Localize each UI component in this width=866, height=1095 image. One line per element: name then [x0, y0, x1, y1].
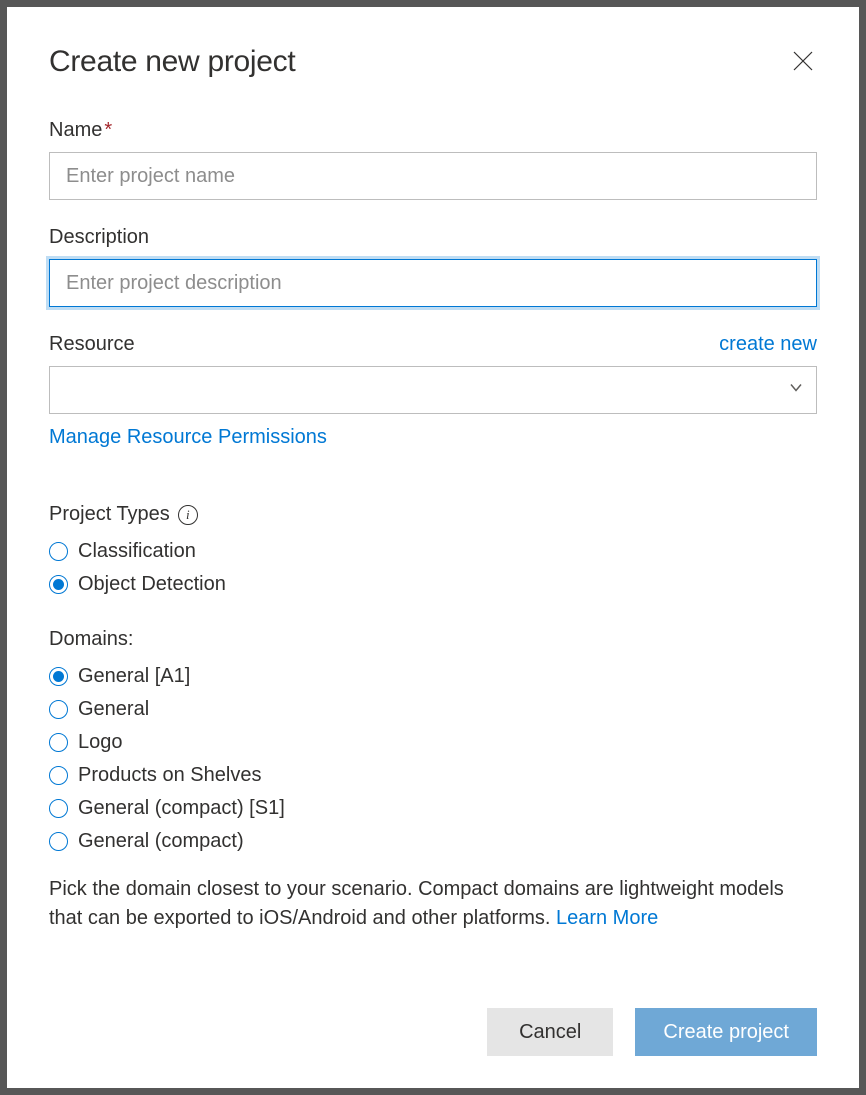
radio-label: General (compact) [S1] — [78, 797, 285, 820]
name-input[interactable] — [49, 152, 817, 200]
radio-label: General (compact) — [78, 830, 244, 853]
domains-block: Domains: General [A1] General Logo Products… — [49, 628, 817, 853]
radio-circle — [49, 766, 68, 785]
domains-hint: Pick the domain closest to your scenario… — [49, 875, 817, 933]
radio-circle — [49, 733, 68, 752]
create-new-resource-link[interactable]: create new — [719, 333, 817, 356]
description-field-block: Description — [49, 226, 817, 307]
resource-field-block: Resource create new Manage Resource Perm… — [49, 333, 817, 449]
modal-title: Create new project — [49, 45, 295, 79]
resource-select[interactable] — [49, 366, 817, 414]
description-label: Description — [49, 226, 149, 249]
cancel-button[interactable]: Cancel — [487, 1008, 613, 1056]
resource-select-wrap — [49, 366, 817, 414]
project-types-block: Project Types i Classification Object Det… — [49, 503, 817, 596]
domain-option[interactable]: Products on Shelves — [49, 764, 817, 787]
radio-label: General — [78, 698, 149, 721]
learn-more-link[interactable]: Learn More — [556, 907, 658, 929]
name-field-block: Name* — [49, 119, 817, 200]
project-type-option[interactable]: Object Detection — [49, 573, 817, 596]
radio-label: Products on Shelves — [78, 764, 261, 787]
domain-option[interactable]: General (compact) — [49, 830, 817, 853]
close-icon — [791, 49, 815, 73]
domains-radio-group: General [A1] General Logo Products on Shelv… — [49, 665, 817, 853]
required-indicator: * — [104, 119, 112, 142]
domain-option[interactable]: General [A1] — [49, 665, 817, 688]
manage-resource-permissions-link[interactable]: Manage Resource Permissions — [49, 426, 327, 449]
info-icon[interactable]: i — [178, 505, 198, 525]
radio-circle — [49, 542, 68, 561]
domains-label: Domains: — [49, 628, 817, 651]
modal-header: Create new project — [49, 45, 817, 79]
project-types-radio-group: Classification Object Detection — [49, 540, 817, 596]
radio-circle — [49, 575, 68, 594]
radio-circle — [49, 667, 68, 686]
close-button[interactable] — [789, 47, 817, 75]
domain-option[interactable]: General — [49, 698, 817, 721]
create-project-button[interactable]: Create project — [635, 1008, 817, 1056]
domain-option[interactable]: General (compact) [S1] — [49, 797, 817, 820]
name-label: Name* — [49, 119, 112, 142]
domain-option[interactable]: Logo — [49, 731, 817, 754]
create-project-modal: Create new project Name* Description Res… — [7, 7, 859, 1088]
radio-label: Object Detection — [78, 573, 226, 596]
radio-label: Logo — [78, 731, 123, 754]
modal-footer: Cancel Create project — [49, 988, 817, 1056]
radio-label: General [A1] — [78, 665, 190, 688]
radio-label: Classification — [78, 540, 196, 563]
radio-circle — [49, 832, 68, 851]
project-types-label: Project Types i — [49, 503, 817, 526]
radio-circle — [49, 700, 68, 719]
resource-label: Resource — [49, 333, 135, 356]
description-input[interactable] — [49, 259, 817, 307]
project-type-option[interactable]: Classification — [49, 540, 817, 563]
radio-circle — [49, 799, 68, 818]
